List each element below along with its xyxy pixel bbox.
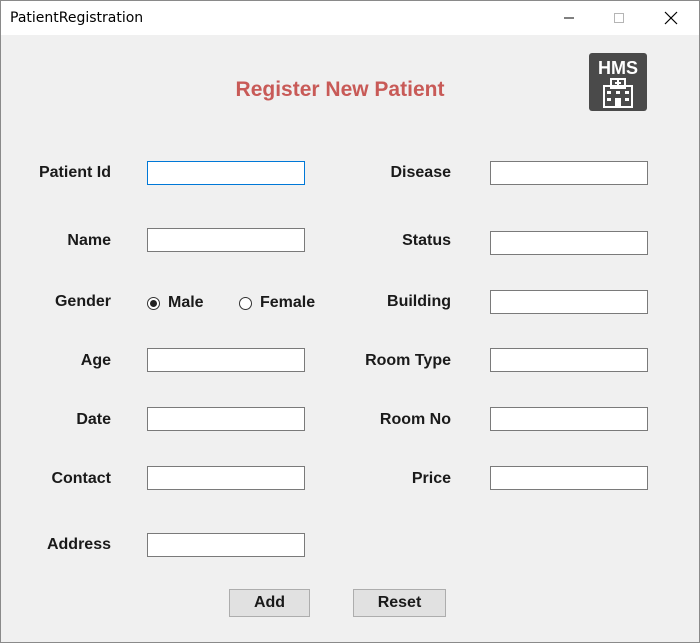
address-label: Address [46,536,111,553]
radio-button-icon [239,296,252,310]
close-icon [664,11,678,25]
date-label: Date [76,411,111,428]
room-no-field[interactable] [490,407,648,431]
contact-field[interactable] [147,466,305,490]
age-label: Age [80,352,111,369]
date-field[interactable] [147,407,305,431]
maximize-icon [614,13,624,23]
radio-button-icon [147,296,160,310]
room-no-label: Room No [379,411,451,428]
disease-label: Disease [390,164,452,181]
price-label: Price [411,470,451,487]
patient-id-label: Patient Id [38,164,111,181]
name-field[interactable] [147,228,305,252]
close-button[interactable] [646,1,696,35]
building-field[interactable] [490,290,648,314]
building-label: Building [387,293,451,310]
add-button[interactable]: Add [229,589,310,617]
window-title: PatientRegistration [10,10,144,26]
address-field[interactable] [147,533,305,557]
name-label: Name [67,232,111,249]
hospital-icon [603,78,633,108]
price-field[interactable] [490,466,648,490]
room-type-field[interactable] [490,348,648,372]
reset-button[interactable]: Reset [353,589,446,617]
hms-logo: HMS [589,53,647,111]
minimize-button[interactable] [544,1,594,35]
logo-text: HMS [598,58,638,78]
status-field[interactable] [490,231,648,255]
gender-radio-male[interactable]: Male [147,293,204,313]
age-field[interactable] [147,348,305,372]
contact-label: Contact [51,470,111,487]
disease-field[interactable] [490,161,648,185]
gender-label: Gender [54,293,111,310]
status-label: Status [402,232,451,249]
room-type-label: Room Type [365,352,451,369]
title-bar: PatientRegistration [1,1,699,35]
patient-registration-window: PatientRegistration Register New Patient… [0,0,700,643]
page-title: Register New Patient [235,78,445,101]
radio-label-male: Male [168,294,204,311]
patient-id-field[interactable] [147,161,305,185]
maximize-button[interactable] [594,1,644,35]
minimize-icon [564,17,574,19]
